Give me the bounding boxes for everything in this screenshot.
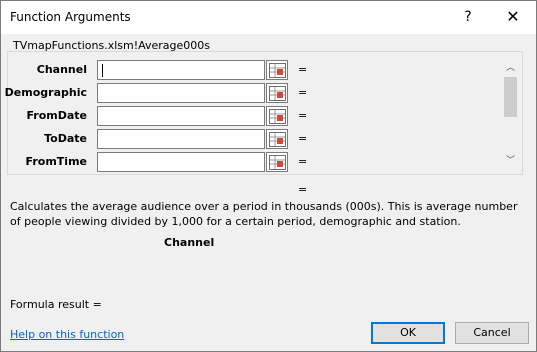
argument-equals: = [298,132,308,145]
argument-equals: = [298,155,308,168]
title-bar: Function Arguments ? ✕ [1,1,536,34]
argument-label: Demographic [4,86,87,99]
demographic-input[interactable] [97,83,265,103]
cancel-button[interactable]: Cancel [455,322,529,344]
chevron-up-icon[interactable]: ︿ [502,60,519,77]
range-select-icon[interactable] [266,83,288,103]
channel-input[interactable] [97,60,265,80]
text-caret [102,64,103,77]
function-description: Calculates the average audience over a p… [10,200,518,228]
scroll-thumb[interactable] [504,77,517,117]
help-link[interactable]: Help on this function [10,328,124,341]
argument-equals: = [298,63,308,76]
current-argument-name: Channel [164,236,215,249]
argument-row-demographic: Demographic = [1,83,311,103]
close-icon[interactable]: ✕ [498,6,528,28]
formula-result-label: Formula result = [10,298,102,311]
argument-row-fromdate: FromDate = [1,106,311,126]
fromdate-input[interactable] [97,106,265,126]
function-arguments-dialog: Function Arguments ? ✕ TVmapFunctions.xl… [0,0,537,352]
ok-button[interactable]: OK [371,322,445,344]
argument-equals: = [298,109,308,122]
argument-label: ToDate [44,132,87,145]
argument-row-fromtime: FromTime = [1,152,311,172]
range-select-icon[interactable] [266,106,288,126]
help-icon[interactable]: ? [453,6,483,28]
argument-equals: = [298,86,308,99]
argument-row-channel: Channel = [1,60,311,80]
todate-input[interactable] [97,129,265,149]
range-select-icon[interactable] [266,60,288,80]
range-select-icon[interactable] [266,129,288,149]
range-select-icon[interactable] [266,152,288,172]
dialog-title: Function Arguments [10,10,131,24]
function-result-equals: = [298,183,308,196]
fromtime-input[interactable] [97,152,265,172]
argument-label: FromTime [25,155,87,168]
argument-label: Channel [36,63,87,76]
argument-row-todate: ToDate = [1,129,311,149]
chevron-down-icon[interactable]: ﹀ [502,153,519,170]
argument-label: FromDate [26,109,87,122]
arguments-scrollbar[interactable]: ︿ ﹀ [502,60,519,170]
